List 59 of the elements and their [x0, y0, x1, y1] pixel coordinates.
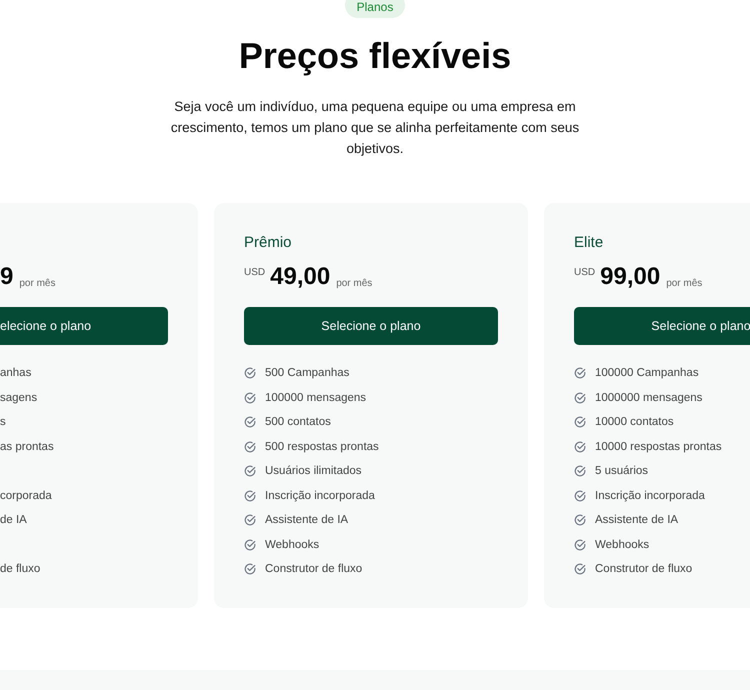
plan-name: Prêmio: [244, 233, 293, 253]
price-period: por mês: [666, 278, 702, 289]
check-circle-icon: [244, 367, 256, 380]
check-circle-icon: [574, 465, 586, 478]
feature-text: 100000 Campanhas: [595, 367, 699, 380]
feature-text: Inscrição incorporada: [595, 490, 705, 502]
section-title: Preços flexíveis: [238, 34, 512, 78]
feature-text: Assistente de IA: [265, 514, 348, 526]
feature-text: de fluxo: [0, 563, 40, 576]
feature-text: 1000000 mensagens: [595, 392, 702, 404]
check-circle-icon: [574, 416, 586, 428]
select-plan-button[interactable]: Selecione o plano: [244, 307, 498, 345]
price-amount: 99,00: [600, 263, 660, 291]
check-circle-icon: [244, 440, 256, 453]
check-circle-icon: [244, 563, 256, 576]
price-currency: USD: [244, 267, 266, 278]
price-amount: 9: [0, 263, 14, 291]
check-circle-icon: [244, 465, 256, 478]
price-amount: 49,00: [270, 263, 330, 291]
select-plan-button[interactable]: Selecione o plano: [574, 307, 750, 345]
feature-text: Construtor de fluxo: [265, 563, 362, 576]
feature-text: Webhooks: [265, 538, 320, 551]
feature-text: sagens: [0, 392, 38, 404]
price-period: por mês: [19, 278, 56, 289]
feature-text: Webhooks: [595, 538, 650, 551]
feature-text: Usuários ilimitados: [265, 465, 362, 478]
feature-text: 500 contatos: [265, 416, 331, 428]
check-circle-icon: [574, 514, 586, 526]
check-circle-icon: [244, 416, 256, 428]
price-period: por mês: [336, 278, 372, 289]
feature-text: 500 respostas prontas: [265, 440, 379, 453]
check-circle-icon: [574, 538, 586, 551]
check-circle-icon: [244, 538, 256, 551]
feature-text: 100000 mensagens: [265, 392, 366, 404]
price-currency: USD: [574, 267, 596, 278]
feature-text: 10000 contatos: [595, 416, 674, 428]
plan-name: Elite: [574, 233, 604, 253]
check-circle-icon: [244, 490, 256, 502]
check-circle-icon: [574, 440, 586, 453]
feature-text: 10000 respostas prontas: [595, 440, 722, 453]
section-subtitle: Seja você um indivíduo, uma pequena equipe ou uma empresa em crescimento, temos um plano que se alinha perfeitamente com seus objetivos.: [170, 98, 580, 158]
check-circle-icon: [574, 392, 586, 404]
feature-text: de IA: [0, 514, 27, 526]
check-circle-icon: [574, 563, 586, 576]
feature-text: Construtor de fluxo: [595, 563, 692, 576]
feature-text: anhas: [0, 367, 32, 380]
check-circle-icon: [574, 367, 586, 380]
section-badge: Planos: [344, 0, 406, 18]
feature-text: corporada: [0, 490, 52, 502]
feature-text: Inscrição incorporada: [265, 490, 375, 502]
feature-text: 5 usuários: [595, 465, 648, 478]
feature-text: s: [0, 416, 6, 428]
check-circle-icon: [244, 514, 256, 526]
check-circle-icon: [244, 392, 256, 404]
check-circle-icon: [574, 490, 586, 502]
select-plan-button[interactable]: elecione o plano: [0, 307, 168, 345]
feature-text: as prontas: [0, 440, 54, 453]
feature-text: 500 Campanhas: [265, 367, 350, 380]
feature-text: Assistente de IA: [595, 514, 678, 526]
